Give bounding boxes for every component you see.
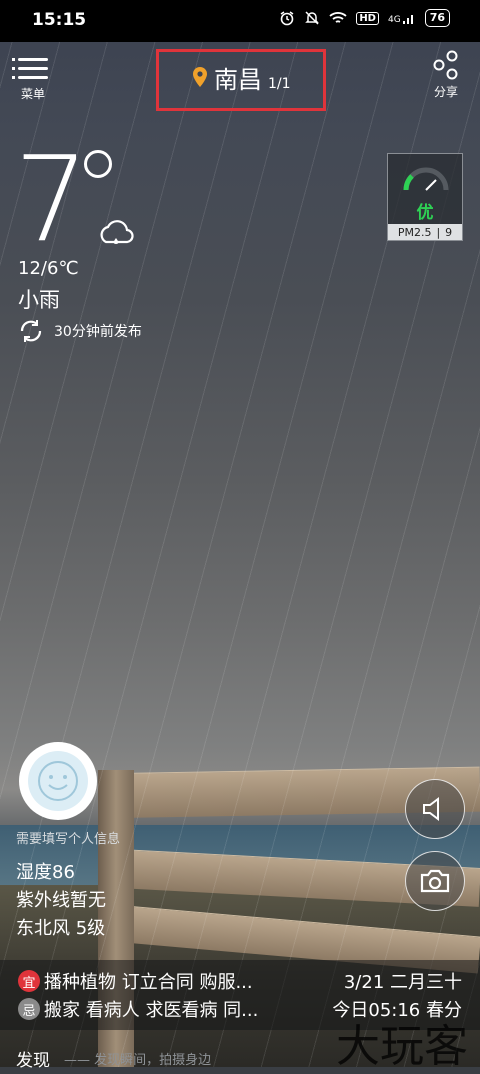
voice-broadcast-button[interactable] bbox=[405, 779, 465, 839]
bad-items: 搬家 看病人 求医看病 同... bbox=[44, 1000, 259, 1021]
aqi-divider: | bbox=[436, 225, 441, 239]
uv-index: 紫外线暂无 bbox=[16, 890, 106, 911]
aqi-value: 9 bbox=[445, 225, 453, 239]
humidity: 湿度86 bbox=[16, 862, 75, 883]
camera-button[interactable] bbox=[405, 851, 465, 911]
aqi-level: 优 bbox=[416, 203, 434, 223]
city-page-indicator: 1/1 bbox=[268, 76, 291, 92]
mute-bell-icon bbox=[305, 11, 320, 25]
menu-button[interactable]: 菜单 bbox=[12, 52, 50, 102]
network-indicator: 4G bbox=[388, 11, 416, 25]
share-label: 分享 bbox=[433, 85, 458, 99]
discover-title[interactable]: 发现 bbox=[16, 1046, 50, 1071]
publish-time[interactable]: 30分钟前发布 bbox=[18, 318, 142, 344]
share-button[interactable]: 分享 bbox=[430, 50, 462, 100]
share-icon bbox=[433, 50, 458, 80]
wind: 东北风 5级 bbox=[16, 918, 106, 939]
alarm-icon bbox=[280, 11, 294, 26]
battery-indicator: 76 bbox=[424, 9, 450, 27]
aqi-footer: PM2.5 | 9 bbox=[388, 224, 462, 240]
speaker-icon bbox=[423, 797, 439, 821]
almanac-good: 宜 播种植物 订立合同 购服... bbox=[18, 968, 253, 994]
air-quality-card[interactable]: 优 PM2.5 | 9 bbox=[387, 153, 463, 241]
aqi-label: PM2.5 bbox=[397, 225, 432, 239]
location-pin-icon bbox=[193, 67, 207, 87]
current-temperature: 7 bbox=[14, 130, 89, 268]
discover-subtitle: —— 发现瞬间，拍摄身边 bbox=[64, 1053, 212, 1068]
degree-symbol bbox=[84, 150, 112, 178]
light-rain-icon bbox=[100, 220, 134, 244]
hd-badge: HD bbox=[356, 11, 379, 25]
almanac-bad: 忌 搬家 看病人 求医看病 同... bbox=[18, 996, 258, 1022]
profile-tip[interactable]: 需要填写个人信息 bbox=[16, 828, 120, 847]
menu-icon bbox=[12, 58, 48, 79]
signal-icon bbox=[402, 15, 413, 24]
camera-icon bbox=[420, 869, 450, 893]
weather-description: 小雨 bbox=[18, 288, 60, 312]
avatar[interactable] bbox=[19, 742, 97, 820]
smiley-icon bbox=[28, 751, 88, 811]
good-items: 播种植物 订立合同 购服... bbox=[44, 972, 253, 993]
bad-tag: 忌 bbox=[18, 998, 40, 1020]
status-bar: 15:15 HD 4G 76 bbox=[0, 0, 480, 42]
lunar-date: 3/21 二月三十 bbox=[343, 972, 462, 993]
good-tag: 宜 bbox=[18, 970, 40, 992]
menu-label: 菜单 bbox=[20, 87, 45, 101]
aqi-gauge-icon bbox=[403, 167, 449, 191]
status-icons: HD 4G 76 bbox=[279, 9, 450, 27]
refresh-icon bbox=[20, 320, 42, 342]
city-selector[interactable]: 南昌 1/1 bbox=[192, 60, 291, 95]
wifi-icon bbox=[329, 12, 347, 23]
publish-time-label: 30分钟前发布 bbox=[54, 324, 142, 340]
city-name: 南昌 bbox=[214, 66, 262, 94]
status-time: 15:15 bbox=[32, 10, 87, 30]
temperature-range: 12/6℃ bbox=[18, 258, 79, 279]
watermark-logo: 大玩客 bbox=[336, 1021, 468, 1072]
